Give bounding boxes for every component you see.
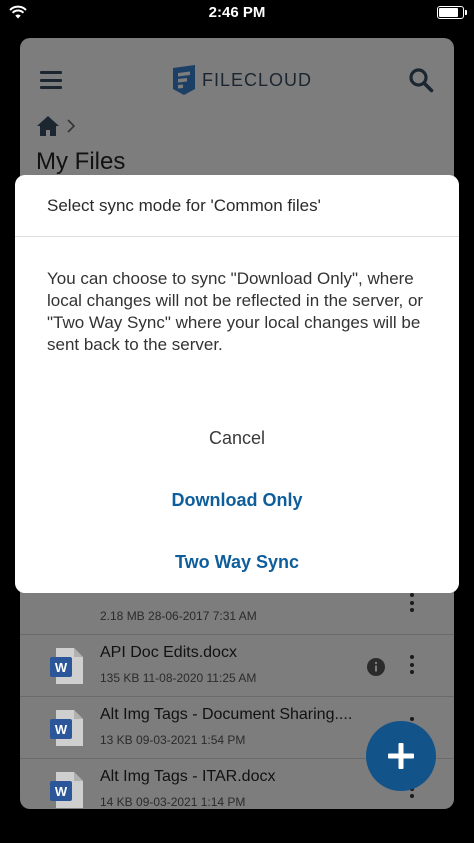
file-meta: 14 KB 09-03-2021 1:14 PM xyxy=(100,795,246,809)
download-only-button[interactable]: Download Only xyxy=(15,490,459,511)
info-icon[interactable] xyxy=(367,658,385,676)
more-options-icon[interactable] xyxy=(408,593,416,615)
dialog-message: You can choose to sync "Download Only", … xyxy=(47,269,424,354)
add-button[interactable] xyxy=(366,721,436,791)
file-meta: 135 KB 11-08-2020 11:25 AM xyxy=(100,671,257,685)
file-name: Alt Img Tags - ITAR.docx xyxy=(100,768,276,785)
sync-mode-dialog: Select sync mode for 'Common files' You … xyxy=(15,175,459,593)
plus-icon xyxy=(388,743,414,769)
filecloud-logo: FILECLOUD xyxy=(172,64,312,96)
filecloud-logo-icon xyxy=(173,65,195,95)
search-icon[interactable] xyxy=(408,67,434,93)
chevron-right-icon xyxy=(67,119,76,133)
file-meta: 2.18 MB 28-06-2017 7:31 AM xyxy=(100,609,257,623)
file-row[interactable]: W API Doc Edits.docx 135 KB 11-08-2020 1… xyxy=(20,634,454,696)
word-document-icon: W xyxy=(50,772,83,808)
app-header: FILECLOUD xyxy=(20,38,454,118)
dialog-divider xyxy=(15,236,459,237)
status-time: 2:46 PM xyxy=(208,4,266,21)
battery-icon xyxy=(437,6,467,19)
page-title: My Files xyxy=(36,148,126,175)
home-icon[interactable] xyxy=(36,115,60,137)
file-meta: 13 KB 09-03-2021 1:54 PM xyxy=(100,733,246,747)
logo-text: FILECLOUD xyxy=(202,69,313,90)
word-document-icon: W xyxy=(50,648,83,684)
hamburger-menu-icon[interactable] xyxy=(40,71,62,89)
word-icon-letter: W xyxy=(55,784,68,799)
file-name: Alt Img Tags - Document Sharing.... xyxy=(100,706,353,723)
cancel-button[interactable]: Cancel xyxy=(15,428,459,449)
status-bar: 2:46 PM xyxy=(0,0,474,28)
dialog-title: Select sync mode for 'Common files' xyxy=(47,196,321,215)
word-document-icon: W xyxy=(50,710,83,746)
two-way-sync-button[interactable]: Two Way Sync xyxy=(15,552,459,573)
word-icon-letter: W xyxy=(55,722,68,737)
file-name: API Doc Edits.docx xyxy=(100,644,237,661)
more-options-icon[interactable] xyxy=(408,655,416,677)
breadcrumb xyxy=(36,114,76,138)
battery-level xyxy=(439,8,458,17)
word-icon-letter: W xyxy=(55,660,68,675)
